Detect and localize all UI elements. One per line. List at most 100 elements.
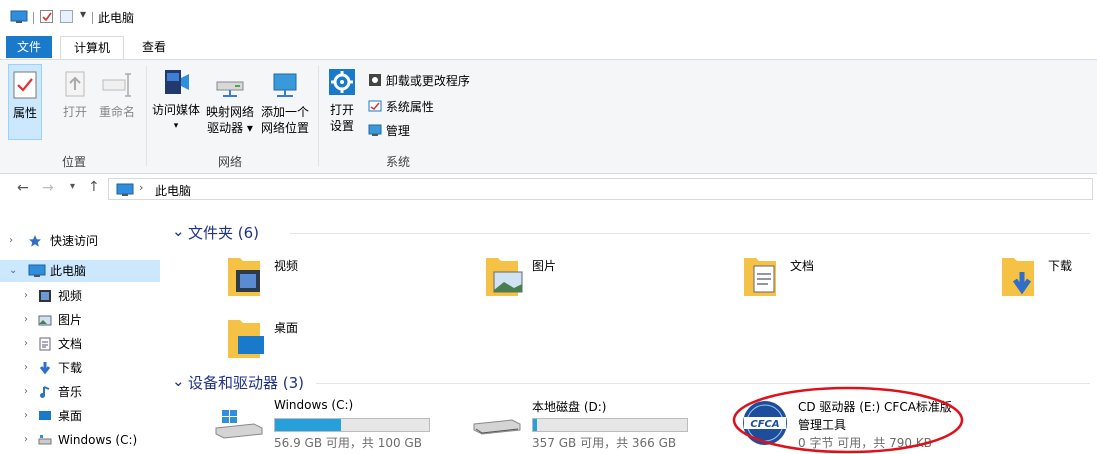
settings-gear-icon bbox=[329, 69, 355, 95]
folder-name: 图片 bbox=[532, 259, 557, 273]
folder-videos[interactable]: 视频 bbox=[226, 252, 426, 302]
title-separator bbox=[92, 12, 93, 24]
nav-label: 图片 bbox=[58, 313, 83, 327]
folder-documents[interactable]: 文档 bbox=[742, 252, 942, 302]
address-bar[interactable]: › 此电脑 bbox=[108, 178, 1093, 200]
map-drive-icon bbox=[216, 81, 244, 97]
nav-item-pictures[interactable]: › 图片 bbox=[0, 309, 160, 331]
properties-label: 属性 bbox=[12, 106, 37, 120]
properties-check-icon[interactable] bbox=[40, 10, 54, 24]
open-button[interactable]: 打开 bbox=[58, 64, 92, 140]
properties-button[interactable]: 属性 bbox=[8, 64, 42, 140]
nav-label: 此电脑 bbox=[50, 264, 87, 278]
access-media-button[interactable]: 访问媒体 ▾ bbox=[150, 64, 202, 140]
drive-name: Windows (C:) bbox=[274, 398, 354, 412]
chevron-right-icon[interactable]: › bbox=[9, 230, 13, 252]
drive-usage-fill bbox=[533, 419, 537, 431]
uninstall-icon bbox=[369, 74, 381, 86]
manage-button[interactable]: 管理 bbox=[368, 122, 410, 140]
access-media-icon bbox=[165, 70, 189, 94]
computer-icon bbox=[10, 10, 28, 23]
folder-name: 视频 bbox=[274, 259, 299, 273]
ribbon: 属性 打开 重命名 位置 访问媒体 ▾ 映射网络 驱动器 ▾ 添加一个 网络位置… bbox=[0, 59, 1097, 174]
open-settings-button[interactable]: 打开 设置 bbox=[324, 64, 360, 140]
group-label-location: 位置 bbox=[62, 155, 87, 169]
nav-item-videos[interactable]: › 视频 bbox=[0, 285, 160, 307]
document-folder-icon bbox=[744, 258, 776, 296]
content-pane: ⌄ 文件夹 (6) 视频 图片 文档 下载 桌面 ⌄ 设备和驱动器 (3) Wi… bbox=[160, 202, 1097, 454]
music-icon bbox=[40, 386, 50, 398]
annotation-circle bbox=[732, 386, 964, 454]
folders-section-header[interactable]: 文件夹 (6) bbox=[188, 222, 259, 243]
chevron-right-icon[interactable]: › bbox=[24, 285, 28, 307]
properties-icon bbox=[13, 71, 37, 99]
forward-arrow-icon[interactable]: → bbox=[42, 180, 54, 196]
document-icon bbox=[39, 337, 51, 351]
folder-pictures[interactable]: 图片 bbox=[484, 252, 684, 302]
open-settings-label-line2: 设置 bbox=[329, 119, 354, 133]
nav-item-desktop[interactable]: › 桌面 bbox=[0, 405, 160, 427]
group-label-network: 网络 bbox=[218, 155, 243, 169]
access-media-label: 访问媒体 bbox=[151, 103, 200, 117]
add-network-location-button[interactable]: 添加一个 网络位置 bbox=[258, 64, 312, 140]
folder-name: 下载 bbox=[1048, 259, 1073, 273]
nav-label: Windows (C:) bbox=[58, 433, 138, 447]
devices-section-chevron-icon[interactable]: ⌄ bbox=[172, 372, 185, 390]
desktop-icon bbox=[39, 411, 51, 420]
desktop-folder-icon bbox=[228, 320, 264, 358]
tab-file[interactable]: 文件 bbox=[6, 36, 52, 58]
nav-item-quick-access[interactable]: › 快速访问 bbox=[0, 230, 160, 252]
system-properties-button[interactable]: 系统属性 bbox=[368, 98, 434, 116]
nav-label: 音乐 bbox=[58, 385, 83, 399]
chevron-right-icon[interactable]: › bbox=[24, 357, 28, 379]
video-folder-icon bbox=[228, 258, 260, 296]
tab-computer[interactable]: 计算机 bbox=[60, 36, 124, 60]
uninstall-label: 卸载或更改程序 bbox=[385, 74, 470, 88]
folder-desktop[interactable]: 桌面 bbox=[226, 314, 426, 364]
add-location-label-line1: 添加一个 bbox=[260, 105, 309, 119]
nav-label: 快速访问 bbox=[50, 234, 99, 248]
nav-item-this-pc[interactable]: ⌄ 此电脑 bbox=[0, 260, 160, 282]
manage-label: 管理 bbox=[385, 124, 410, 138]
recent-locations-chevron-icon[interactable]: ▾ bbox=[70, 181, 75, 192]
map-drive-label-line1: 映射网络 bbox=[205, 105, 254, 119]
nav-item-downloads[interactable]: › 下载 bbox=[0, 357, 160, 379]
breadcrumb-chevron-icon[interactable]: › bbox=[139, 181, 143, 194]
drive-local-d[interactable]: 本地磁盘 (D:) 357 GB 可用，共 366 GB bbox=[472, 398, 712, 450]
chevron-right-icon[interactable]: › bbox=[24, 381, 28, 403]
chevron-right-icon[interactable]: › bbox=[24, 405, 28, 427]
drive-free-space: 56.9 GB 可用，共 100 GB bbox=[274, 436, 422, 450]
rename-button[interactable]: 重命名 bbox=[94, 64, 140, 140]
up-arrow-icon[interactable]: ↑ bbox=[88, 179, 100, 195]
open-label: 打开 bbox=[62, 105, 87, 119]
nav-item-windows-c[interactable]: › Windows (C:) bbox=[0, 429, 160, 451]
chevron-right-icon[interactable]: › bbox=[24, 429, 28, 451]
uninstall-programs-button[interactable]: 卸载或更改程序 bbox=[368, 72, 470, 90]
back-arrow-icon[interactable]: ← bbox=[17, 180, 29, 196]
customize-toolbar-icon[interactable]: ▾ bbox=[80, 7, 86, 21]
picture-folder-icon bbox=[486, 258, 523, 296]
rename-icon bbox=[102, 73, 131, 97]
nav-item-music[interactable]: › 音乐 bbox=[0, 381, 160, 403]
star-icon bbox=[29, 235, 41, 247]
navigation-pane: › 快速访问 ⌄ 此电脑 › 视频 › 图片 › 文档 › 下载 › 音乐 › … bbox=[0, 202, 160, 454]
chevron-right-icon[interactable]: › bbox=[24, 309, 28, 331]
chevron-down-icon[interactable]: ⌄ bbox=[9, 260, 17, 282]
ribbon-tabs: 文件 计算机 查看 bbox=[0, 36, 1097, 60]
map-network-drive-button[interactable]: 映射网络 驱动器 ▾ bbox=[202, 64, 258, 140]
chevron-right-icon[interactable]: › bbox=[24, 333, 28, 355]
devices-section-header[interactable]: 设备和驱动器 (3) bbox=[188, 372, 304, 393]
tab-view[interactable]: 查看 bbox=[134, 36, 174, 58]
manage-icon bbox=[368, 124, 382, 136]
new-folder-icon[interactable] bbox=[60, 10, 74, 24]
drive-windows-c[interactable]: Windows (C:) 56.9 GB 可用，共 100 GB bbox=[214, 398, 454, 450]
breadcrumb-current[interactable]: 此电脑 bbox=[155, 182, 191, 199]
folder-downloads[interactable]: 下载 bbox=[1000, 252, 1090, 302]
title-separator bbox=[33, 12, 34, 24]
drive-name: 本地磁盘 (D:) bbox=[532, 400, 607, 414]
folders-section-chevron-icon[interactable]: ⌄ bbox=[172, 222, 185, 240]
video-icon bbox=[39, 290, 51, 302]
nav-item-documents[interactable]: › 文档 bbox=[0, 333, 160, 355]
download-icon bbox=[39, 362, 51, 375]
picture-icon bbox=[38, 315, 52, 326]
